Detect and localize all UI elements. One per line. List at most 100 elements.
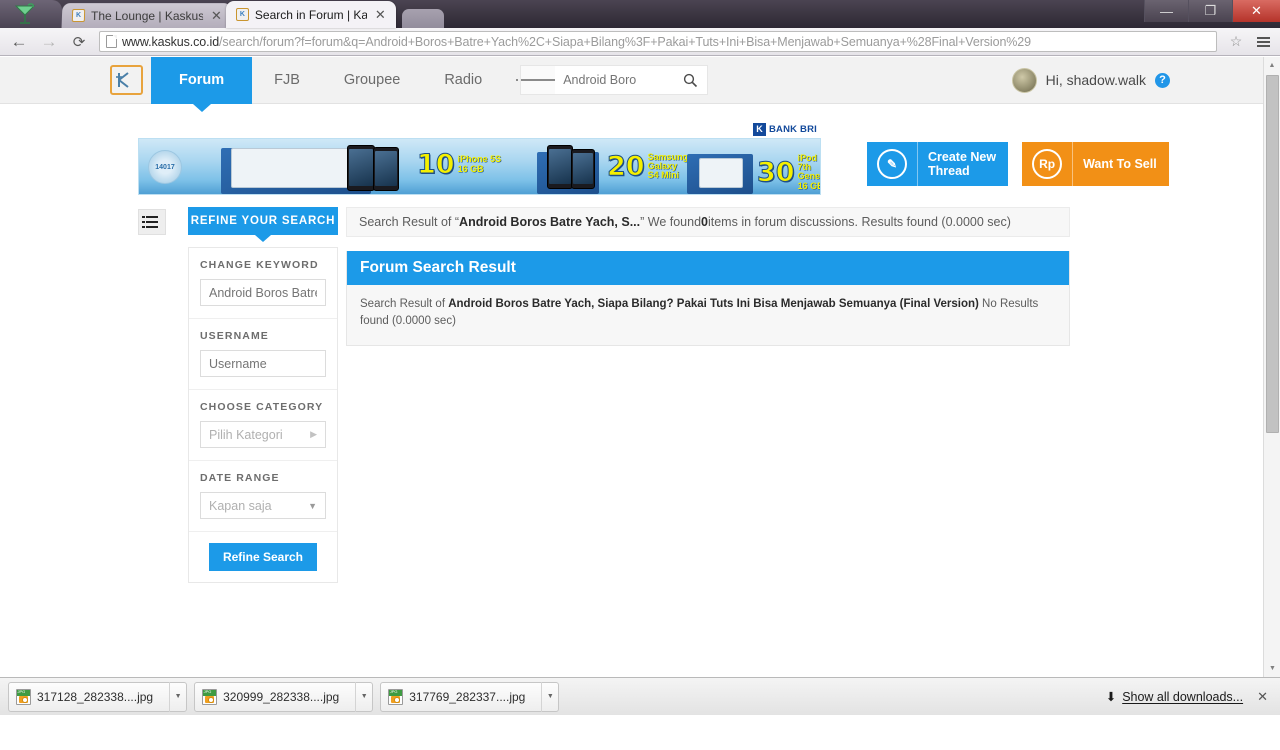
show-all-downloads-link[interactable]: ⬇ Show all downloads... <box>1105 689 1243 705</box>
prize-line: iPod Nano 7th <box>797 153 820 173</box>
refine-search-button[interactable]: Refine Search <box>208 543 318 571</box>
tab-close-icon[interactable]: ✕ <box>211 8 222 23</box>
banner-seal: 14017 <box>148 150 182 184</box>
nav-item-radio[interactable]: Radio <box>422 57 504 104</box>
nav-item-fjb[interactable]: FJB <box>252 57 322 104</box>
banner-prize: 10 iPhone 5S 16 GB <box>417 151 502 179</box>
download-menu-caret-icon[interactable]: ▼ <box>541 681 558 712</box>
category-select[interactable]: Pilih Kategori ▶ <box>200 421 326 448</box>
prize-label: Samsung Galaxy S4 Mini <box>648 152 689 181</box>
download-arrow-icon: ⬇ <box>1105 690 1117 704</box>
address-bar[interactable]: www.kaskus.co.id/search/forum?f=forum&q=… <box>99 31 1217 52</box>
martini-glass-icon <box>14 3 36 24</box>
banner-row: K BANK BRI 14017 10 iPhone 5S 16 GB 20 S… <box>0 104 1280 195</box>
nav-label: Forum <box>179 72 225 88</box>
browser-tab-lounge[interactable]: K The Lounge | Kaskus ✕ <box>61 3 233 29</box>
download-menu-caret-icon[interactable]: ▼ <box>169 681 186 712</box>
cta-line-1: Want To Sell <box>1083 156 1157 171</box>
summary-prefix: Search Result of “ <box>359 215 460 229</box>
jpg-file-icon <box>195 688 223 705</box>
close-download-shelf-icon[interactable]: ✕ <box>1257 689 1268 705</box>
download-shelf: 317128_282338....jpg ▼ 320999_282338....… <box>0 677 1280 715</box>
summary-query: Android Boros Batre Yach, S... <box>459 215 641 229</box>
header-search-group <box>516 65 709 95</box>
prize-line: 16 GB <box>457 163 484 174</box>
result-card-title: Forum Search Result <box>347 251 1069 285</box>
create-new-thread-button[interactable]: ✎ Create New Thread <box>867 142 1009 186</box>
nav-item-forum[interactable]: Forum <box>151 57 253 104</box>
download-item[interactable]: 317128_282338....jpg ▼ <box>8 681 188 712</box>
app-icon-area[interactable] <box>0 0 62 28</box>
sponsor-bar: K BANK BRI <box>138 120 821 138</box>
banner-laptop-screen <box>231 148 349 188</box>
refine-panel: CHANGE KEYWORD USERNAME CHOOSE CATEGORY … <box>188 247 338 583</box>
jpg-file-icon <box>381 688 409 705</box>
summary-count: 0 <box>701 215 708 229</box>
user-greeting: Hi, shadow.walk <box>1045 72 1146 88</box>
cta-line-1: Create New <box>928 149 997 164</box>
choose-category-label: CHOOSE CATEGORY <box>200 401 324 413</box>
download-filename: 317769_282337....jpg <box>409 689 526 704</box>
scroll-down-arrow-icon[interactable]: ▼ <box>1264 660 1280 677</box>
sidebar-toggle-icon[interactable] <box>138 209 166 235</box>
kaskus-favicon: K <box>235 8 249 21</box>
download-item[interactable]: 320999_282338....jpg ▼ <box>194 681 374 712</box>
kaskus-logo-icon[interactable] <box>110 65 143 95</box>
result-card-body: Search Result of Android Boros Batre Yac… <box>347 285 1069 346</box>
download-menu-caret-icon[interactable]: ▼ <box>355 681 372 712</box>
kaskus-k-glyph <box>115 72 129 88</box>
summary-mid: ” We found <box>640 215 702 229</box>
nav-label: Groupee <box>343 72 401 88</box>
banner-phone <box>547 145 573 189</box>
search-icon[interactable] <box>673 66 708 94</box>
banner-phone <box>571 149 595 189</box>
star-icon[interactable]: ☆ <box>1224 33 1248 50</box>
back-arrow-icon[interactable]: ← <box>6 30 32 54</box>
page-document-icon <box>106 35 117 48</box>
page-scrollbar[interactable]: ▲ ▼ <box>1263 57 1280 677</box>
download-shelf-right: ⬇ Show all downloads... ✕ <box>1106 689 1272 705</box>
minimize-button[interactable]: — <box>1144 0 1188 22</box>
refine-sidebar: REFINE YOUR SEARCH CHANGE KEYWORD USERNA… <box>188 207 338 583</box>
category-value: Pilih Kategori <box>209 427 283 442</box>
scrollbar-thumb[interactable] <box>1266 75 1279 433</box>
kaskus-favicon: K <box>71 9 86 23</box>
magnifier-glyph <box>683 73 697 87</box>
browser-tab-search-in-forum[interactable]: K Search in Forum | Ka ✕ <box>225 1 396 28</box>
browser-toolbar: ← → ⟳ www.kaskus.co.id/search/forum?f=fo… <box>0 28 1280 56</box>
nav-item-groupee[interactable]: Groupee <box>322 57 422 104</box>
want-to-sell-button[interactable]: Rp Want To Sell <box>1022 142 1169 186</box>
refine-keyword-block: CHANGE KEYWORD <box>189 248 337 319</box>
browser-tabstrip: K The Lounge | Kaskus ✕ K Search in Foru… <box>61 0 444 29</box>
download-filename: 320999_282338....jpg <box>223 689 340 704</box>
download-item[interactable]: 317769_282337....jpg ▼ <box>380 681 560 712</box>
date-range-select[interactable]: Kapan saja ▼ <box>200 492 326 519</box>
summary-suffix: items in forum discussions. Results foun… <box>707 215 1011 229</box>
result-summary-bar: Search Result of “Android Boros Batre Ya… <box>346 207 1070 237</box>
hamburger-menu-icon[interactable] <box>1252 36 1274 47</box>
refine-category-block: CHOOSE CATEGORY Pilih Kategori ▶ <box>189 390 337 461</box>
list-icon[interactable] <box>516 78 556 83</box>
new-tab-button[interactable] <box>401 9 444 28</box>
banner-prize: 30 iPod Nano 7th Generation 16 GB <box>757 153 821 191</box>
results-column: Search Result of “Android Boros Batre Ya… <box>346 207 1070 583</box>
close-button[interactable]: ✕ <box>1232 0 1280 22</box>
banner-artwork: 14017 10 iPhone 5S 16 GB 20 Samsung Gala… <box>138 138 821 195</box>
bri-label: BANK BRI <box>768 123 817 135</box>
forward-arrow-icon[interactable]: → <box>36 30 62 54</box>
banner-prize: 20 Samsung Galaxy S4 Mini <box>607 152 689 181</box>
tab-close-icon[interactable]: ✕ <box>375 8 386 21</box>
username-input[interactable] <box>200 350 326 377</box>
user-account-area[interactable]: Hi, shadow.walk ? <box>1011 67 1170 93</box>
help-icon[interactable]: ? <box>1155 72 1170 88</box>
promo-banner[interactable]: K BANK BRI 14017 10 iPhone 5S 16 GB 20 S… <box>138 120 821 195</box>
scroll-up-arrow-icon[interactable]: ▲ <box>1264 57 1280 74</box>
maximize-button[interactable]: ❐ <box>1188 0 1232 22</box>
avatar <box>1011 67 1037 93</box>
body-query: Android Boros Batre Yach, Siapa Bilang? … <box>448 298 979 310</box>
reload-icon[interactable]: ⟳ <box>66 30 92 54</box>
search-input[interactable] <box>555 66 674 94</box>
prize-line: 16 GB <box>797 180 821 191</box>
keyword-input[interactable] <box>200 279 326 306</box>
window-titlebar: K The Lounge | Kaskus ✕ K Search in Foru… <box>0 0 1280 29</box>
